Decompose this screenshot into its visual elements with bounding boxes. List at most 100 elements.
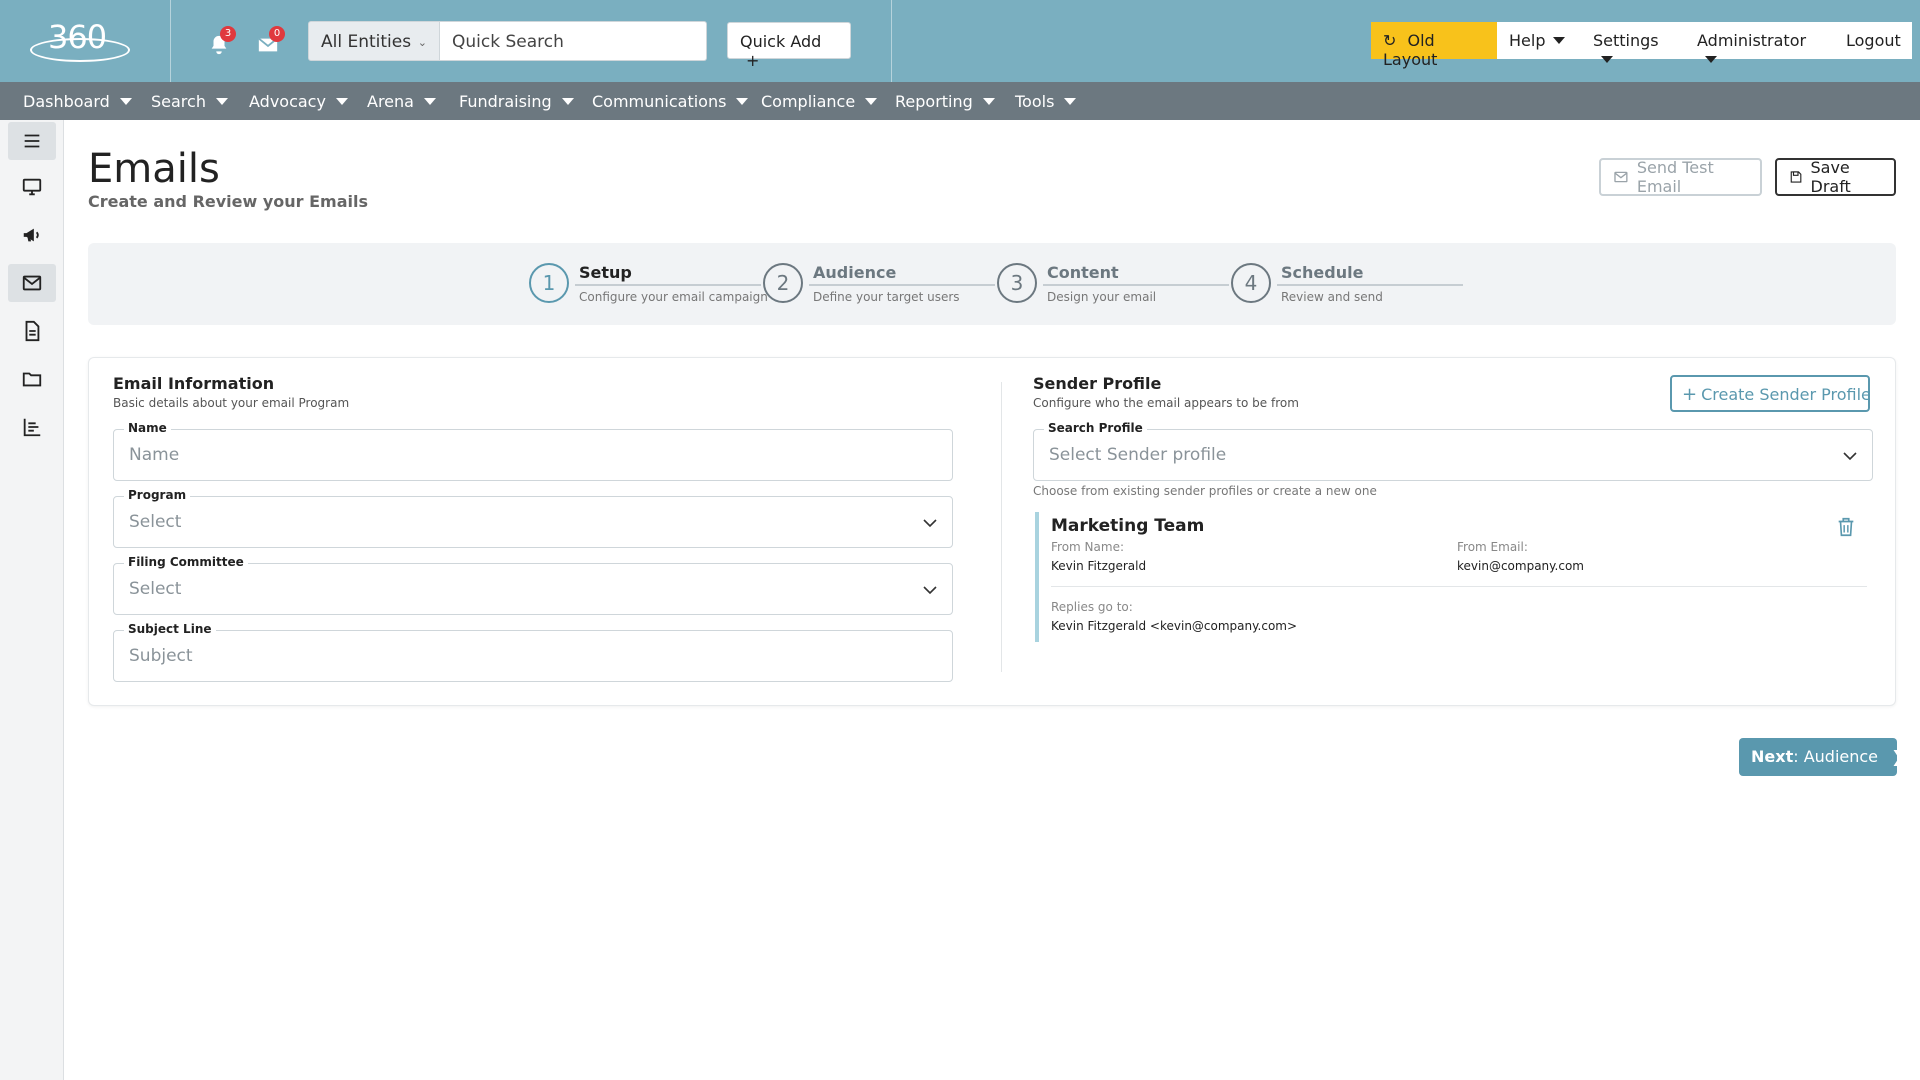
step-number: 4 [1231,263,1271,303]
plus-icon: + [746,51,760,70]
wizard-stepper: 1 Setup Configure your email campaign 2 … [88,243,1896,325]
caret-down-icon [1601,56,1613,63]
nav-dashboard[interactable]: Dashboard [23,92,132,111]
caret-down-icon [423,98,436,105]
nav-communications[interactable]: Communications [592,92,749,111]
caret-down-icon [335,98,348,105]
trash-icon[interactable] [1835,516,1857,538]
settings-menu[interactable]: Settings [1581,22,1685,63]
nav-label: Compliance [761,92,856,111]
send-test-email-button[interactable]: Send Test Email [1599,158,1762,196]
top-header: 360 3 0 All Entities ⌄ Quick Search Quic… [0,0,1920,82]
search-profile-select[interactable]: Search Profile Select Sender profile [1033,421,1873,481]
messages-envelope-icon[interactable]: 0 [257,26,285,56]
header-divider [891,0,892,82]
step-description: Review and send [1281,290,1383,304]
logout-label: Logout [1846,31,1901,50]
logo-text: 360 [48,18,107,56]
step-title: Schedule [1281,263,1364,282]
step-number: 2 [763,263,803,303]
email-setup-card: Email Information Basic details about yo… [88,357,1896,706]
search-profile-placeholder: Select Sender profile [1049,445,1227,465]
email-info-title: Email Information [113,374,275,393]
name-field[interactable]: Name Name [113,421,953,481]
next-audience-button[interactable]: Next: Audience ❯ [1739,738,1905,776]
step-description: Configure your email campaign [579,290,768,304]
subject-line-label: Subject Line [124,622,216,636]
search-profile-label: Search Profile [1044,421,1147,435]
filing-committee-label: Filing Committee [124,555,248,569]
program-label: Program [124,488,191,502]
search-profile-helper: Choose from existing sender profiles or … [1033,484,1377,498]
caret-down-icon [865,98,878,105]
header-divider [170,0,171,82]
bar-chart-icon[interactable] [8,408,56,446]
chevron-down-icon: ⌄ [417,36,427,49]
nav-compliance[interactable]: Compliance [761,92,878,111]
envelope-icon[interactable] [8,264,56,302]
from-email-label: From Email: [1457,540,1528,554]
subject-placeholder: Subject [129,646,193,666]
nav-label: Advocacy [249,92,326,111]
sender-profile-card: Marketing Team From Name: Kevin Fitzgera… [1035,512,1869,642]
nav-tools[interactable]: Tools [1015,92,1077,111]
left-sidebar [0,120,64,1080]
save-draft-label: Save Draft [1810,158,1851,196]
quick-search-input[interactable]: Quick Search [440,21,707,61]
quick-add-label: Quick Add [740,32,822,51]
profile-name: Marketing Team [1051,516,1205,536]
main-nav: Dashboard Search Advocacy Arena Fundrais… [0,82,1920,120]
create-sender-profile-label: Create Sender Profile [1701,385,1871,404]
step-connector [1043,284,1229,286]
from-name-label: From Name: [1051,540,1124,554]
name-placeholder: Name [129,445,180,465]
subject-line-field[interactable]: Subject Line Subject [113,622,953,682]
help-label: Help [1509,31,1546,50]
entity-select[interactable]: All Entities ⌄ [308,21,440,61]
next-label-bold: Next [1751,747,1794,766]
nav-arena[interactable]: Arena [367,92,436,111]
caret-down-icon [982,98,995,105]
from-name-value: Kevin Fitzgerald [1051,559,1147,573]
filing-committee-select[interactable]: Filing Committee Select [113,555,953,615]
caret-down-icon [736,98,749,105]
notifications-bell-icon[interactable]: 3 [208,26,236,56]
nav-reporting[interactable]: Reporting [895,92,995,111]
app-logo[interactable]: 360 [28,16,132,62]
caret-down-icon [119,98,132,105]
replies-label: Replies go to: [1051,600,1133,614]
step-title: Content [1047,263,1119,282]
hamburger-menu-icon[interactable] [8,122,56,160]
document-icon[interactable] [8,312,56,350]
administrator-menu[interactable]: Administrator [1685,22,1834,63]
profile-divider [1051,586,1867,587]
sender-profile-subtitle: Configure who the email appears to be fr… [1033,396,1299,410]
nav-fundraising[interactable]: Fundraising [459,92,574,111]
quick-add-button[interactable]: Quick Add + [727,22,851,70]
caret-down-icon [1064,98,1077,105]
nav-label: Tools [1015,92,1055,111]
step-title: Setup [579,263,632,282]
filing-committee-value: Select [129,579,182,599]
step-connector [809,284,995,286]
create-sender-profile-button[interactable]: + Create Sender Profile [1670,375,1871,412]
megaphone-icon[interactable] [8,216,56,254]
section-divider [1001,382,1002,672]
nav-advocacy[interactable]: Advocacy [249,92,348,111]
program-select[interactable]: Program Select [113,488,953,548]
email-info-subtitle: Basic details about your email Program [113,396,350,410]
help-menu[interactable]: Help [1497,22,1581,59]
nav-search[interactable]: Search [151,92,228,111]
monitor-icon[interactable] [8,168,56,206]
caret-down-icon [215,98,228,105]
folder-icon[interactable] [8,360,56,398]
step-description: Define your target users [813,290,960,304]
save-draft-button[interactable]: Save Draft [1775,158,1896,196]
logout-button[interactable]: Logout [1834,22,1912,59]
nav-label: Search [151,92,206,111]
replies-value: Kevin Fitzgerald <kevin@company.com> [1051,619,1298,633]
envelope-icon [1614,171,1628,183]
step-connector [575,284,761,286]
old-layout-button[interactable]: ↻ Old Layout [1371,22,1497,69]
sender-profile-title: Sender Profile [1033,374,1162,393]
